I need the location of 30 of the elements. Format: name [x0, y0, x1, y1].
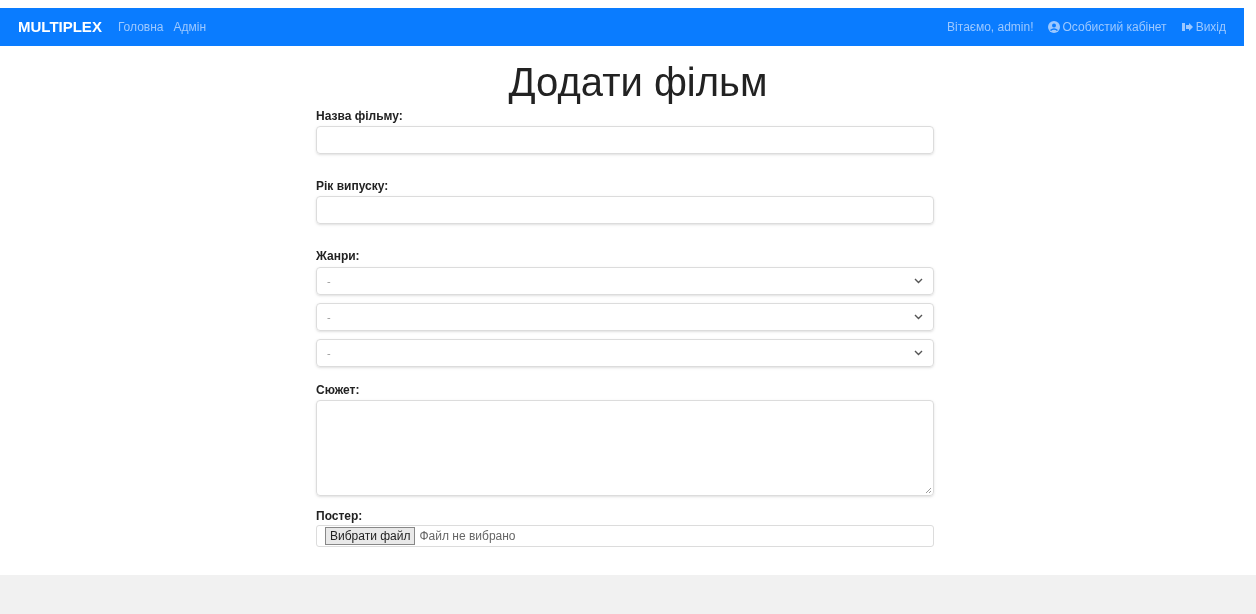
genre-select[interactable]: -	[316, 339, 934, 367]
nav-link[interactable]: Головна	[117, 18, 164, 36]
genre-select[interactable]: -	[316, 303, 934, 331]
field-label: Сюжет:	[316, 382, 361, 398]
file-input-field[interactable]: Вибрати файл Файл не вибрано	[316, 525, 934, 547]
brand-logo[interactable]: MULTIPLEX	[18, 15, 102, 39]
nav-link[interactable]: Адмін	[173, 18, 207, 36]
choose-file-button[interactable]: Вибрати файл	[325, 527, 416, 545]
plot-textarea[interactable]	[316, 400, 934, 496]
field-label: Назва фільму:	[316, 108, 404, 124]
field-label: Жанри:	[316, 248, 361, 264]
page-title: Додати фільм	[507, 59, 769, 106]
select-value: -	[327, 345, 331, 361]
account-link[interactable]: Особистий кабінет	[1047, 18, 1167, 36]
user-icon	[1047, 21, 1060, 33]
chevron-down-icon	[914, 314, 923, 320]
field-label: Рік випуску:	[316, 178, 390, 194]
chevron-down-icon	[914, 350, 923, 356]
text-input-field[interactable]	[316, 126, 934, 154]
file-status-text: Файл не вибрано	[419, 528, 516, 545]
greeting-text: Вітаємо, admin!	[947, 19, 1034, 36]
logout-link[interactable]: Вихід	[1180, 18, 1226, 36]
text-input-field[interactable]	[316, 196, 934, 224]
logout-icon	[1180, 22, 1193, 32]
chevron-down-icon	[914, 278, 923, 284]
select-value: -	[327, 273, 331, 289]
resize-handle-icon	[925, 487, 932, 494]
field-label: Постер:	[316, 508, 364, 524]
genre-select[interactable]: -	[316, 267, 934, 295]
select-value: -	[327, 309, 331, 325]
